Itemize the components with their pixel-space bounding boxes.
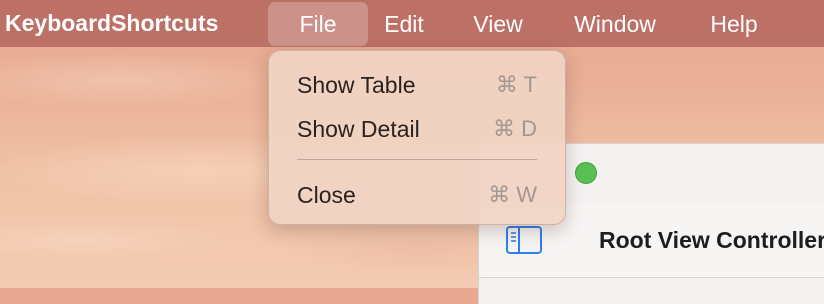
menu-item-shortcut: ⌘ T xyxy=(495,72,537,97)
menu-item-label: Show Table xyxy=(297,72,416,98)
menu-item-label: Close xyxy=(297,182,356,208)
menu-edit[interactable]: Edit xyxy=(372,2,436,46)
menu-window[interactable]: Window xyxy=(560,2,670,46)
menu-view[interactable]: View xyxy=(462,2,534,46)
app-name-menu[interactable]: KeyboardShortcuts xyxy=(5,9,218,37)
menu-item-close[interactable]: Close ⌘ W xyxy=(275,174,559,214)
menu-bar: KeyboardShortcuts File Edit View Window … xyxy=(0,0,824,47)
sidebar-toggle-icon[interactable] xyxy=(506,226,542,254)
menu-help[interactable]: Help xyxy=(698,2,770,46)
file-menu-dropdown: Show Table ⌘ T Show Detail ⌘ D Close ⌘ W xyxy=(268,50,566,225)
menu-separator xyxy=(297,159,537,160)
menu-item-show-detail[interactable]: Show Detail ⌘ D xyxy=(275,108,559,148)
menu-item-show-table[interactable]: Show Table ⌘ T xyxy=(275,64,559,104)
menu-item-label: Show Detail xyxy=(297,116,420,142)
menu-item-shortcut: ⌘ W xyxy=(488,182,537,207)
menu-file[interactable]: File xyxy=(268,2,368,46)
window-title: Root View Controller xyxy=(599,227,824,253)
menu-item-shortcut: ⌘ D xyxy=(493,116,537,141)
zoom-window-button[interactable] xyxy=(575,162,597,184)
